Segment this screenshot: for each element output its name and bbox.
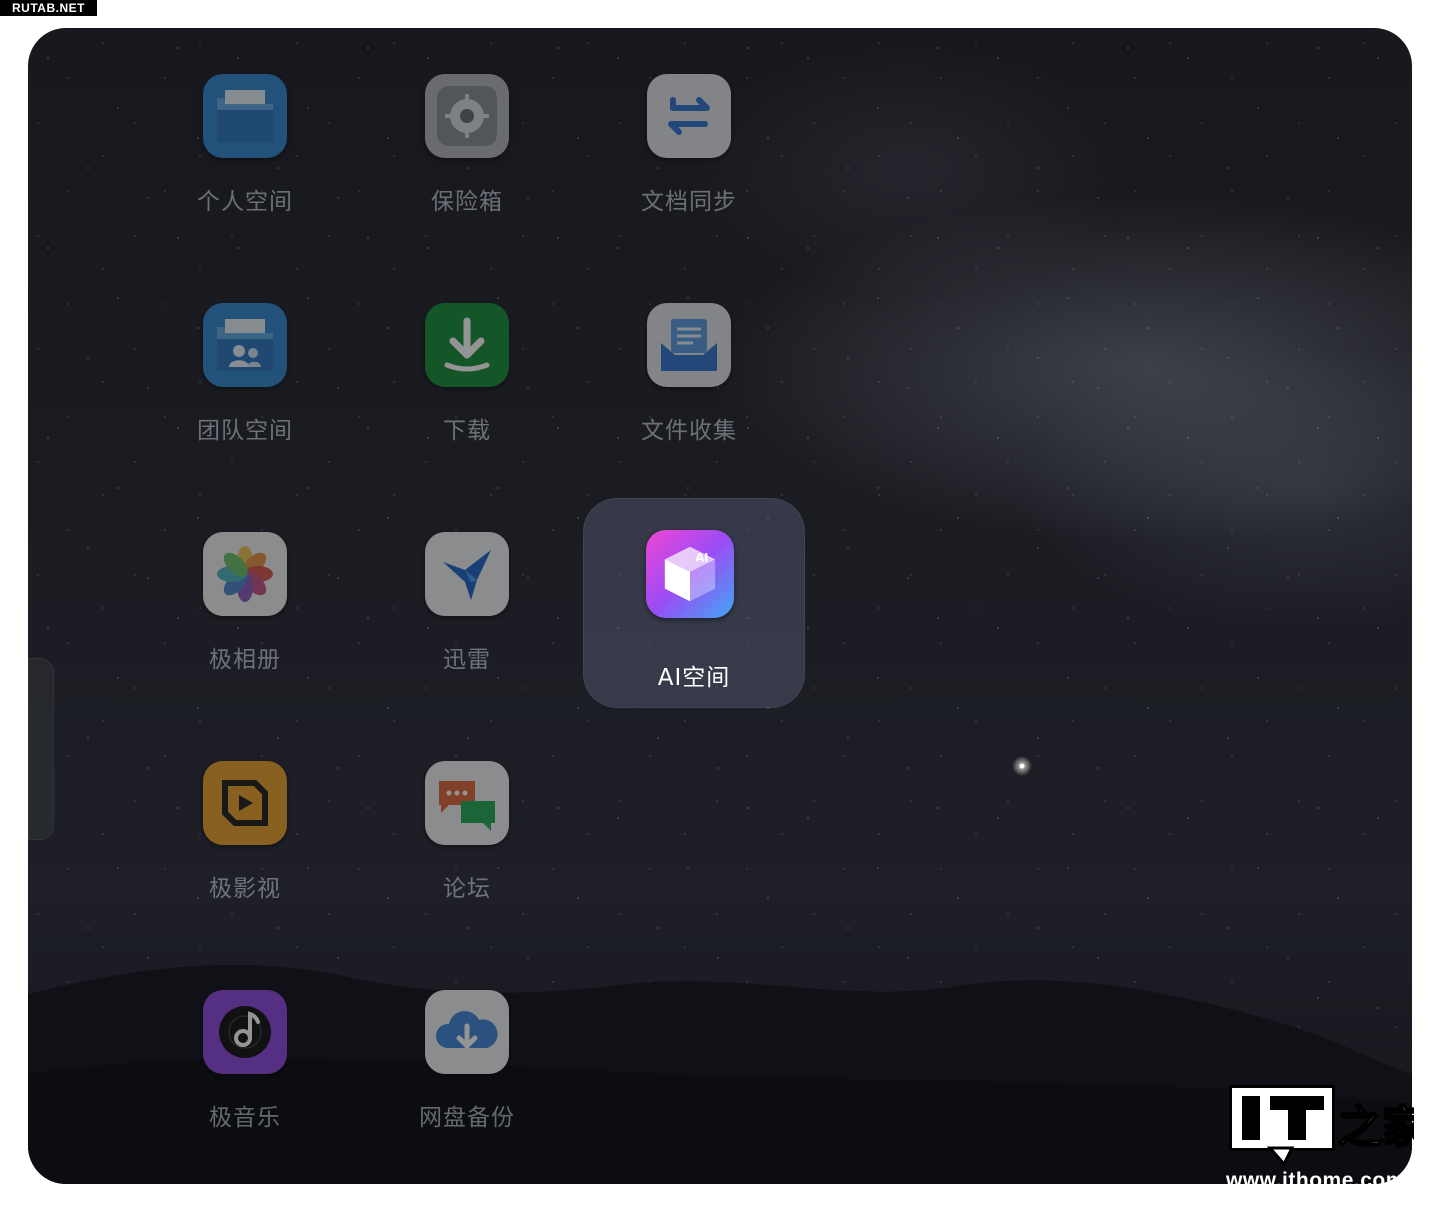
app-label: 极相册: [209, 647, 281, 673]
ithome-logo-text: 之家: [1338, 1102, 1414, 1153]
chat-bubbles-icon: [425, 761, 509, 845]
app-label: 极音乐: [209, 1105, 281, 1131]
app-label: 文件收集: [641, 418, 737, 444]
folder-icon: [203, 74, 287, 158]
app-label: 个人空间: [197, 189, 293, 215]
app-music[interactable]: 极音乐: [134, 974, 356, 1184]
app-label: 下载: [443, 418, 491, 444]
app-personal-space[interactable]: 个人空间: [134, 58, 356, 268]
ithome-watermark: 之家 www.ithome.com: [1226, 1082, 1440, 1212]
bright-star: [1012, 756, 1032, 776]
app-label: 文档同步: [641, 189, 737, 215]
app-video[interactable]: 极影视: [134, 745, 356, 955]
app-photos[interactable]: 极相册: [134, 516, 356, 726]
app-cloud-backup[interactable]: 网盘备份: [356, 974, 578, 1184]
nas-app-launcher-screen: 个人空间 保险箱 文档同步 团队空间 下载 文件收集 极相册 迅雷 AI AI空…: [28, 28, 1412, 1184]
video-icon: [203, 761, 287, 845]
app-label: 团队空间: [197, 418, 293, 444]
file-collect-icon: [647, 303, 731, 387]
thunder-bird-icon: [425, 532, 509, 616]
app-label: 极影视: [209, 876, 281, 902]
safe-icon: [425, 74, 509, 158]
ithome-logo: 之家: [1229, 1085, 1414, 1167]
app-label: AI空间: [657, 665, 731, 691]
ai-badge-text: AI: [695, 550, 708, 564]
app-safe[interactable]: 保险箱: [356, 58, 578, 268]
app-forum[interactable]: 论坛: [356, 745, 578, 955]
cloud-backup-icon: [425, 990, 509, 1074]
source-tag: RUTAB.NET: [0, 0, 97, 16]
team-folder-icon: [203, 303, 287, 387]
app-ai-space[interactable]: AI AI空间: [583, 498, 805, 708]
app-download[interactable]: 下载: [356, 287, 578, 497]
music-disc-icon: [203, 990, 287, 1074]
app-thunder[interactable]: 迅雷: [356, 516, 578, 726]
app-doc-sync[interactable]: 文档同步: [578, 58, 800, 268]
app-label: 迅雷: [443, 647, 491, 673]
app-team-space[interactable]: 团队空间: [134, 287, 356, 497]
ithome-url: www.ithome.com: [1226, 1169, 1405, 1192]
sync-arrows-icon: [647, 74, 731, 158]
ai-cube-icon: AI: [646, 530, 734, 618]
download-icon: [425, 303, 509, 387]
app-label: 论坛: [443, 876, 491, 902]
side-drawer-handle[interactable]: [28, 658, 54, 840]
photos-flower-icon: [203, 532, 287, 616]
app-file-collect[interactable]: 文件收集: [578, 287, 800, 497]
app-label: 网盘备份: [419, 1105, 515, 1131]
app-label: 保险箱: [431, 189, 503, 215]
